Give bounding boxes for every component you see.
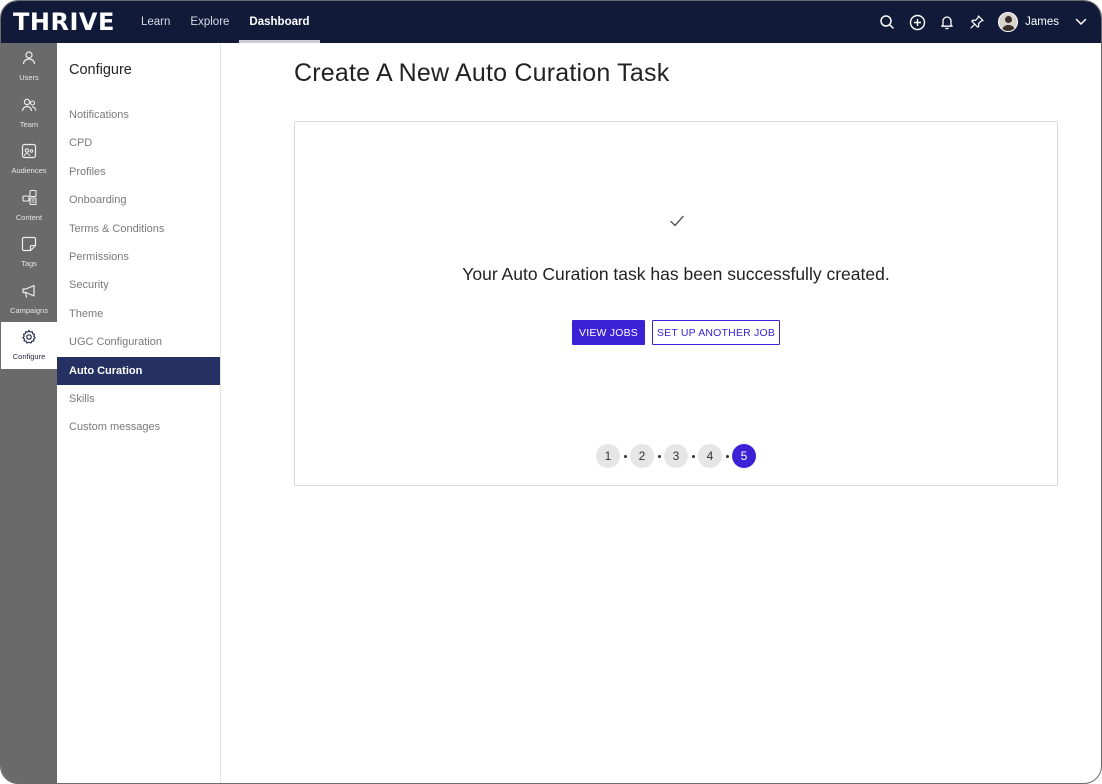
- rail-label: Users: [19, 73, 39, 83]
- rail-label: Tags: [21, 259, 37, 269]
- user-icon: [21, 50, 37, 71]
- tag-icon: [21, 236, 37, 257]
- user-name: James: [1025, 16, 1059, 28]
- search-icon[interactable]: [872, 1, 902, 43]
- step-indicator: 1 2 3 4 5: [596, 444, 756, 468]
- step-separator: [657, 454, 661, 458]
- sidebar-item-profiles[interactable]: Profiles: [57, 158, 220, 186]
- add-circle-icon[interactable]: [902, 1, 932, 43]
- step-separator: [725, 454, 729, 458]
- sidebar-item-theme[interactable]: Theme: [57, 300, 220, 328]
- checkmark-icon: [669, 214, 685, 233]
- sidebar-item-terms-conditions[interactable]: Terms & Conditions: [57, 215, 220, 243]
- sidebar-item-ugc-configuration[interactable]: UGC Configuration: [57, 328, 220, 356]
- rail-label: Team: [19, 119, 39, 129]
- sidebar-item-security[interactable]: Security: [57, 271, 220, 299]
- sidebar-item-auto-curation[interactable]: Auto Curation: [57, 356, 220, 385]
- step-5[interactable]: 5: [732, 444, 756, 468]
- megaphone-icon: [21, 283, 37, 304]
- audiences-icon: [21, 143, 37, 164]
- set-up-another-job-button[interactable]: SET UP ANOTHER JOB: [652, 320, 780, 345]
- rail-label: Audiences: [11, 166, 47, 176]
- left-rail: Users Team Audiences Content Tags Campai…: [1, 43, 57, 783]
- nav-learn[interactable]: Learn: [131, 1, 180, 43]
- step-separator: [623, 454, 627, 458]
- sidebar-item-notifications[interactable]: Notifications: [57, 101, 220, 129]
- team-icon: [21, 97, 37, 118]
- success-card: Your Auto Curation task has been success…: [294, 121, 1058, 486]
- rail-item-tags[interactable]: Tags: [1, 229, 57, 276]
- rail-label: Configure: [12, 352, 46, 362]
- app-window: THRIVE Learn Explore Dashboard James Use…: [0, 0, 1102, 784]
- pin-icon[interactable]: [962, 1, 992, 43]
- rail-item-content[interactable]: Content: [1, 183, 57, 230]
- bell-icon[interactable]: [932, 1, 962, 43]
- rail-item-team[interactable]: Team: [1, 90, 57, 137]
- top-nav: Learn Explore Dashboard: [131, 1, 320, 43]
- sidebar-item-permissions[interactable]: Permissions: [57, 243, 220, 271]
- step-3[interactable]: 3: [664, 444, 688, 468]
- rail-label: Campaigns: [10, 305, 48, 315]
- thrive-logo[interactable]: THRIVE: [13, 8, 115, 36]
- sidebar-title: Configure: [69, 62, 132, 78]
- sidebar-item-custom-messages[interactable]: Custom messages: [57, 413, 220, 441]
- step-4[interactable]: 4: [698, 444, 722, 468]
- user-menu[interactable]: James: [998, 12, 1087, 32]
- content-icon: [21, 189, 38, 211]
- view-jobs-button[interactable]: VIEW JOBS: [572, 320, 645, 345]
- rail-item-users[interactable]: Users: [1, 43, 57, 90]
- step-2[interactable]: 2: [630, 444, 654, 468]
- sidebar-item-skills[interactable]: Skills: [57, 385, 220, 413]
- rail-item-campaigns[interactable]: Campaigns: [1, 276, 57, 323]
- gear-icon: [21, 329, 37, 350]
- step-separator: [691, 454, 695, 458]
- chevron-down-icon[interactable]: [1075, 18, 1087, 26]
- action-buttons: VIEW JOBS SET UP ANOTHER JOB: [572, 320, 780, 345]
- configure-menu: Notifications CPD Profiles Onboarding Te…: [57, 101, 220, 442]
- configure-sidebar: Configure Notifications CPD Profiles Onb…: [57, 43, 221, 783]
- top-actions: James: [872, 1, 1087, 43]
- nav-explore[interactable]: Explore: [180, 1, 239, 43]
- rail-label: Content: [15, 213, 43, 223]
- page-title: Create A New Auto Curation Task: [294, 59, 670, 87]
- sidebar-item-cpd[interactable]: CPD: [57, 129, 220, 157]
- success-message: Your Auto Curation task has been success…: [462, 264, 890, 284]
- step-1[interactable]: 1: [596, 444, 620, 468]
- nav-dashboard[interactable]: Dashboard: [239, 1, 320, 43]
- top-bar: THRIVE Learn Explore Dashboard James: [1, 1, 1101, 43]
- sidebar-item-onboarding[interactable]: Onboarding: [57, 186, 220, 214]
- avatar: [998, 12, 1019, 32]
- rail-item-configure[interactable]: Configure: [1, 322, 57, 369]
- rail-item-audiences[interactable]: Audiences: [1, 136, 57, 183]
